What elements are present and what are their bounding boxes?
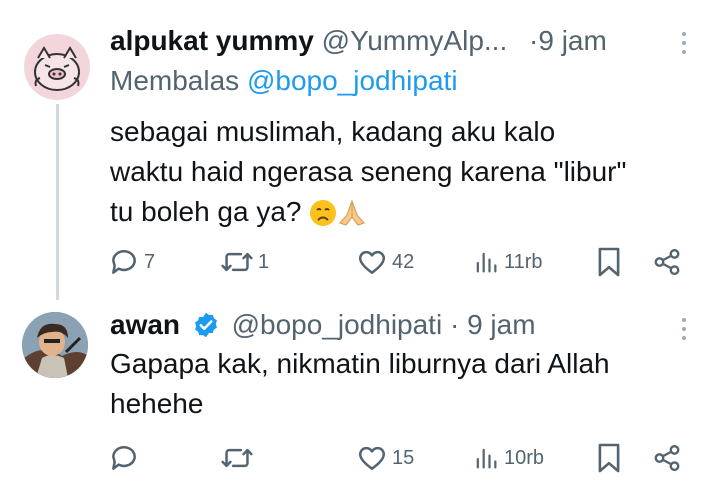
views-icon bbox=[476, 252, 497, 273]
reply-icon bbox=[112, 446, 136, 470]
repost-count: 1 bbox=[258, 250, 270, 273]
tweet-1[interactable]: alpukat yummy @YummyAlp... ·9 jam Membal… bbox=[0, 0, 720, 300]
share-button[interactable] bbox=[652, 438, 682, 478]
more-dot-icon bbox=[682, 318, 686, 322]
bookmark-button[interactable] bbox=[596, 438, 622, 478]
reply-icon bbox=[112, 250, 136, 274]
repost-icon bbox=[221, 252, 253, 272]
user-handle[interactable]: @YummyAlp... bbox=[322, 25, 508, 56]
like-button[interactable]: 42 bbox=[356, 242, 414, 282]
tweet-2[interactable]: awan @bopo_jodhipati · 9 jam Gapapa kak,… bbox=[0, 296, 720, 498]
share-icon bbox=[654, 248, 680, 276]
folded-hands-emoji bbox=[337, 198, 367, 238]
tweet-actions: 7 1 42 11rb bbox=[108, 242, 700, 282]
repost-button[interactable]: 1 bbox=[220, 242, 269, 282]
avatar-awan[interactable] bbox=[22, 312, 88, 378]
repost-icon bbox=[221, 448, 253, 468]
verified-badge-icon bbox=[194, 312, 217, 338]
avatar-pig[interactable] bbox=[24, 34, 90, 100]
share-button[interactable] bbox=[652, 242, 682, 282]
more-options-button[interactable] bbox=[681, 318, 687, 342]
display-name[interactable]: awan bbox=[110, 309, 180, 340]
like-count: 42 bbox=[392, 250, 415, 273]
tweet-header: awan @bopo_jodhipati · 9 jam bbox=[110, 308, 536, 342]
thread-line bbox=[56, 104, 59, 300]
replying-to-label: Membalas bbox=[110, 65, 240, 96]
views-count: 11rb bbox=[504, 250, 543, 273]
views-count: 10rb bbox=[504, 446, 545, 469]
display-name[interactable]: alpukat yummy bbox=[110, 25, 314, 56]
tweet-time[interactable]: ·9 jam bbox=[529, 25, 607, 56]
bookmark-icon bbox=[598, 247, 620, 277]
reply-button[interactable] bbox=[108, 438, 144, 478]
heart-icon bbox=[358, 446, 386, 470]
like-button[interactable]: 15 bbox=[356, 438, 414, 478]
more-options-button[interactable] bbox=[681, 32, 687, 56]
more-dot-icon bbox=[682, 327, 686, 331]
views-button[interactable]: 10rb bbox=[472, 438, 544, 478]
reply-button[interactable]: 7 bbox=[108, 242, 155, 282]
disappointed-face-emoji bbox=[309, 198, 337, 238]
repost-button[interactable] bbox=[220, 438, 258, 478]
tweet-header: alpukat yummy @YummyAlp... ·9 jam bbox=[110, 24, 607, 58]
more-dot-icon bbox=[682, 50, 686, 54]
tweet-body: Gapapa kak, nikmatin liburnya dari Allah… bbox=[110, 348, 610, 419]
pig-avatar-icon bbox=[34, 46, 80, 91]
replying-to: Membalas @bopo_jodhipati bbox=[110, 64, 458, 98]
anime-avatar-icon bbox=[22, 312, 88, 378]
more-dot-icon bbox=[682, 41, 686, 45]
bookmark-icon bbox=[598, 443, 620, 473]
bookmark-button[interactable] bbox=[596, 242, 622, 282]
tweet-time[interactable]: · 9 jam bbox=[450, 309, 536, 340]
reply-count: 7 bbox=[144, 250, 156, 273]
user-handle[interactable]: @bopo_jodhipati bbox=[232, 309, 443, 340]
like-count: 15 bbox=[392, 446, 415, 469]
tweet-actions: 15 10rb bbox=[108, 438, 700, 478]
more-dot-icon bbox=[682, 336, 686, 340]
more-dot-icon bbox=[682, 32, 686, 36]
share-icon bbox=[654, 444, 680, 472]
heart-icon bbox=[358, 250, 386, 274]
tweet-body: sebagai muslimah, kadang aku kalo waktu … bbox=[110, 116, 627, 227]
replying-to-handle[interactable]: @bopo_jodhipati bbox=[247, 65, 458, 96]
views-icon bbox=[476, 448, 497, 469]
tweet-text: sebagai muslimah, kadang aku kalo waktu … bbox=[110, 112, 710, 238]
views-button[interactable]: 11rb bbox=[472, 242, 543, 282]
